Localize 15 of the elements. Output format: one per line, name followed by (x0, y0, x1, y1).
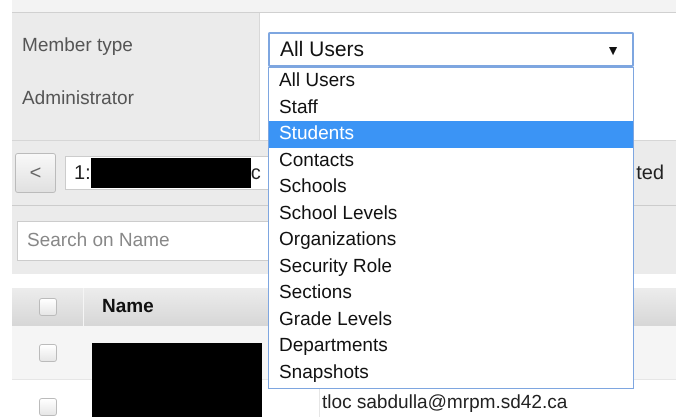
dropdown-option[interactable]: All Users (269, 68, 633, 94)
checkbox[interactable] (39, 398, 57, 416)
dropdown-option[interactable]: Staff (269, 94, 633, 121)
dropdown-option[interactable]: Grade Levels (269, 306, 633, 333)
checkbox[interactable] (38, 298, 56, 316)
dropdown-arrow-icon: ▼ (606, 42, 620, 58)
field-label: Member type (22, 35, 134, 57)
field-label: Administrator (22, 88, 135, 110)
dropdown-option[interactable]: Snapshots (269, 360, 633, 386)
member-type-select[interactable]: All Users ▼ (268, 32, 634, 67)
checkbox[interactable] (39, 344, 57, 362)
previous-button[interactable]: < (15, 153, 56, 193)
dropdown-option[interactable]: Sections (269, 280, 633, 306)
email-text: tloc sabdulla@mrpm.sd42.ca (321, 392, 568, 413)
status-text: ted (636, 162, 664, 184)
